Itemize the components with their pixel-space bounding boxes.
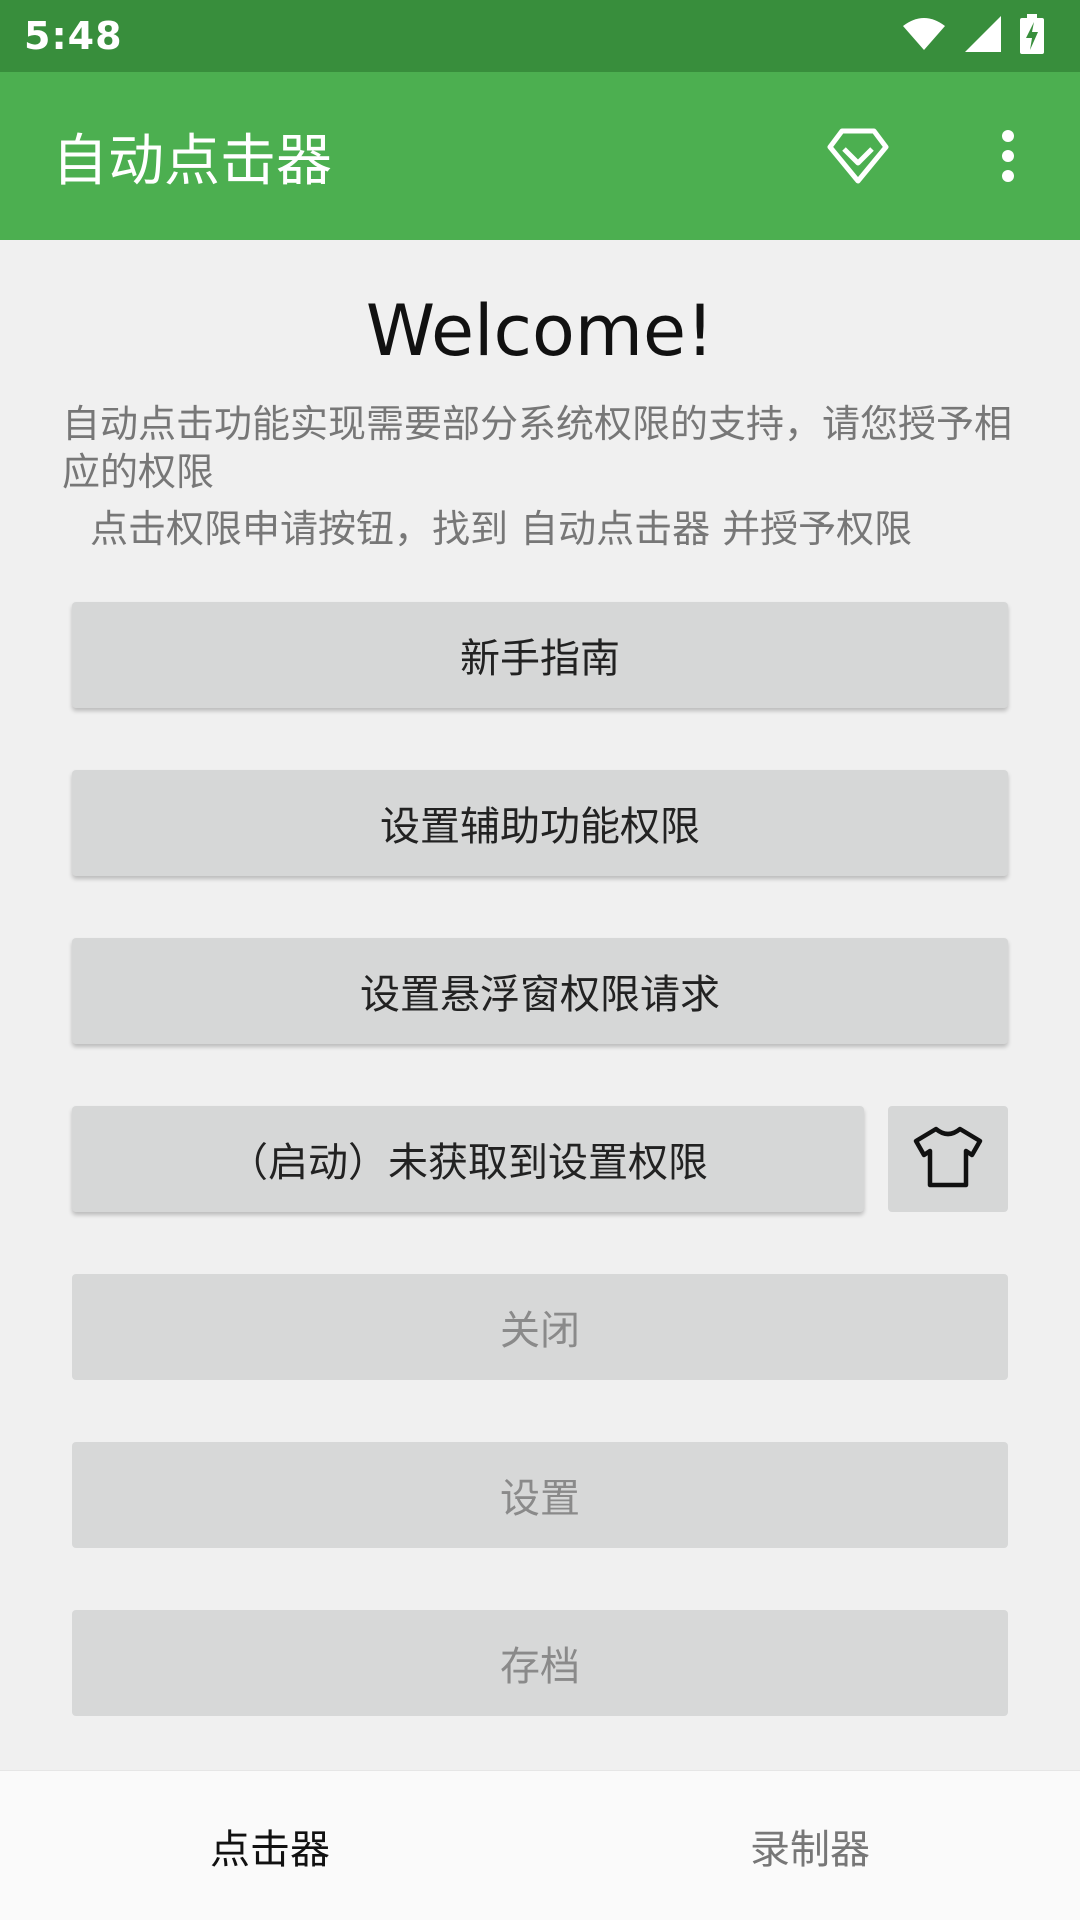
- welcome-heading: Welcome!: [365, 290, 715, 372]
- shirt-icon: [912, 1125, 984, 1193]
- signal-icon: [964, 15, 1002, 57]
- archive-button[interactable]: 存档: [72, 1610, 1008, 1716]
- guide-button[interactable]: 新手指南: [72, 602, 1008, 708]
- status-icons: [902, 14, 1044, 58]
- status-time: 5:48: [24, 14, 123, 58]
- tab-clicker[interactable]: 点击器: [0, 1771, 540, 1920]
- main-content: Welcome! 自动点击功能实现需要部分系统权限的支持，请您授予相应的权限 点…: [0, 240, 1080, 1770]
- status-bar: 5:48: [0, 0, 1080, 72]
- bottom-nav: 点击器 录制器: [0, 1770, 1080, 1920]
- wifi-icon: [902, 16, 946, 56]
- accessibility-permission-button[interactable]: 设置辅助功能权限: [72, 770, 1008, 876]
- theme-button[interactable]: [888, 1106, 1008, 1212]
- app-bar: 自动点击器: [0, 72, 1080, 240]
- permission-instruction: 点击权限申请按钮，找到 自动点击器 并授予权限: [90, 507, 913, 551]
- settings-button[interactable]: 设置: [72, 1442, 1008, 1548]
- battery-charging-icon: [1020, 14, 1044, 58]
- diamond-icon[interactable]: [822, 120, 894, 192]
- app-title: 自动点击器: [52, 128, 332, 194]
- permission-description: 自动点击功能实现需要部分系统权限的支持，请您授予相应的权限: [62, 402, 1013, 494]
- close-button[interactable]: 关闭: [72, 1274, 1008, 1380]
- more-vert-icon[interactable]: [972, 120, 1044, 192]
- app-actions: [822, 120, 1044, 192]
- start-button[interactable]: （启动）未获取到设置权限: [72, 1106, 864, 1212]
- tab-recorder[interactable]: 录制器: [540, 1771, 1080, 1920]
- overlay-permission-button[interactable]: 设置悬浮窗权限请求: [72, 938, 1008, 1044]
